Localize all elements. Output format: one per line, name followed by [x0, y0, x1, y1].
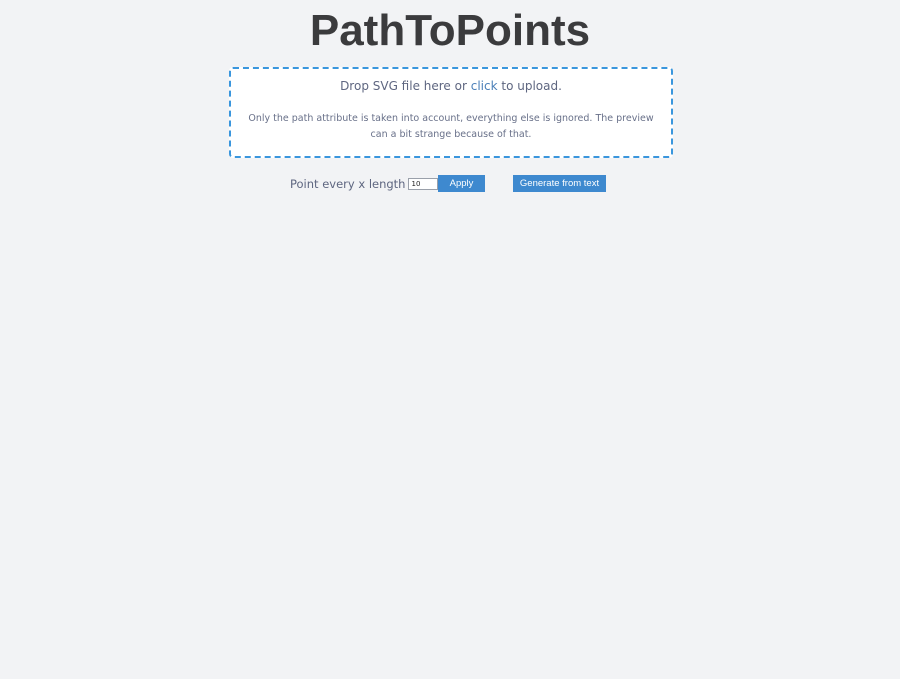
drop-instructions: Drop SVG file here or click to upload. — [231, 78, 671, 94]
upload-text: to upload. — [501, 79, 562, 93]
apply-button[interactable]: Apply — [438, 175, 485, 192]
upload-click-link[interactable]: click — [471, 79, 498, 93]
interval-controls: Point every x length — [290, 175, 439, 193]
svg-drop-zone[interactable]: Drop SVG file here or click to upload. O… — [229, 67, 673, 158]
drop-text: Drop SVG file here or — [340, 79, 467, 93]
interval-input[interactable] — [408, 178, 439, 190]
page: PathToPoints Drop SVG file here or click… — [0, 0, 900, 679]
page-title: PathToPoints — [309, 6, 591, 55]
generate-from-text-button[interactable]: Generate from text — [513, 175, 606, 192]
interval-label: Point every x length — [290, 177, 406, 191]
drop-note: Only the path attribute is taken into ac… — [248, 113, 654, 140]
